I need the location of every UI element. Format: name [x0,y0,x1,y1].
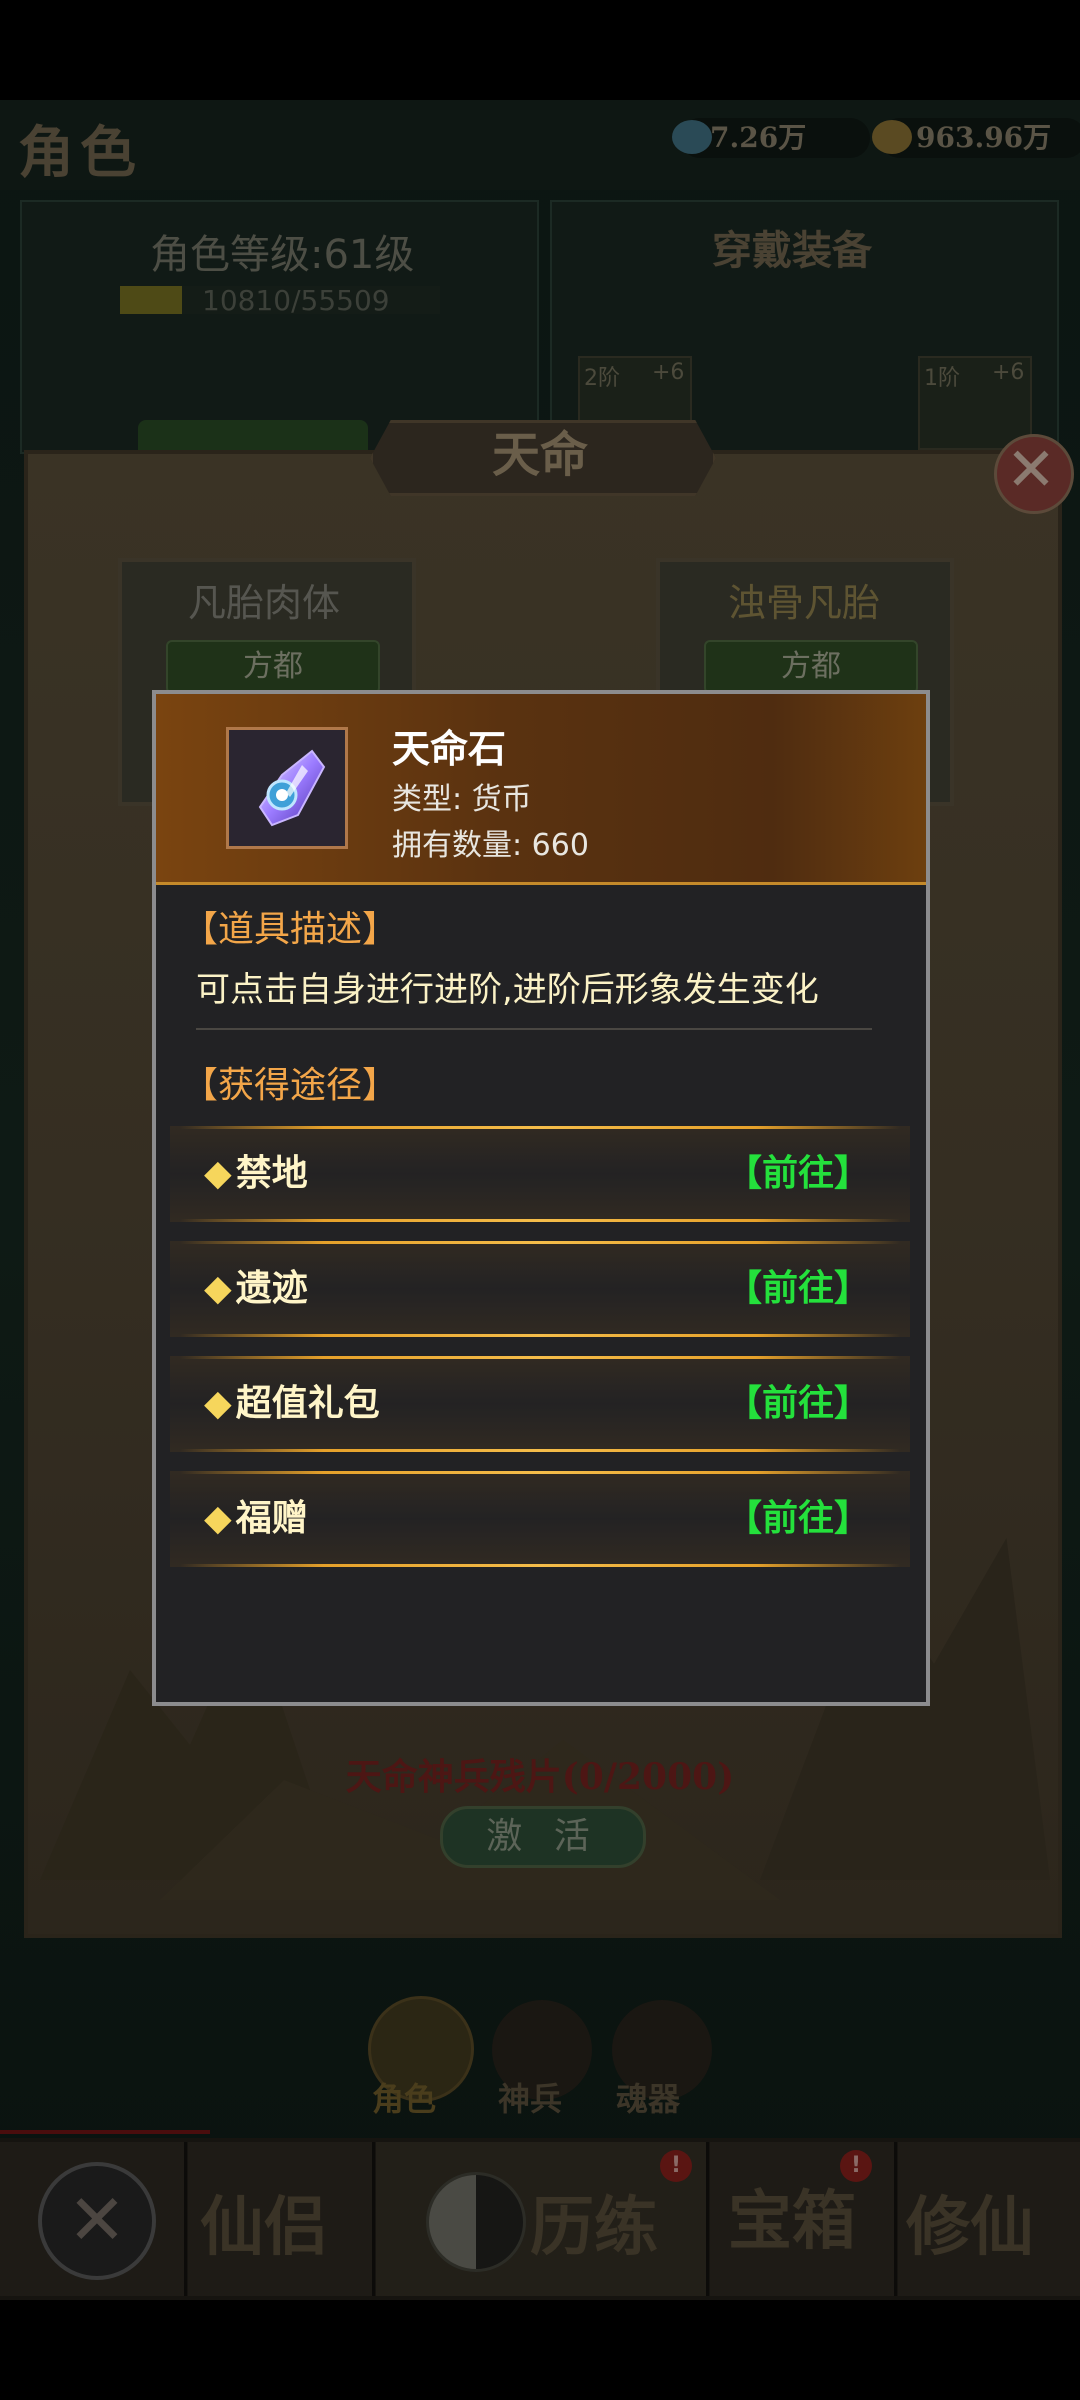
subtab-soul-label: 魂器 [616,2080,681,2118]
notification-badge: ! [840,2150,872,2182]
shards-progress-text: 天命神兵残片(0/2000) [345,1756,735,1798]
go-button[interactable]: 【前往】 [726,1356,870,1452]
close-icon: ✕ [1005,435,1057,505]
subtab-role-label: 角色 [372,2080,437,2118]
subtab-weapon-label: 神兵 [498,2080,563,2118]
diamond-bullet-icon: ◆ [204,1268,232,1309]
diamond-bullet-icon: ◆ [204,1498,232,1539]
acquisition-name: ◆ 超值礼包 [204,1383,380,1424]
yin-yang-icon [426,2172,526,2272]
item-owned-count: 拥有数量: 660 [392,828,589,863]
acquisition-name: ◆ 禁地 [204,1153,308,1194]
slot-plus: +6 [652,360,685,385]
nav-treasure-box-label: 宝箱 [728,2184,856,2259]
form-card-name: 浊骨凡胎 [727,581,880,625]
diamond-bullet-icon: ◆ [204,1383,232,1424]
acquisition-title: 【获得途径】 [182,1065,399,1106]
form-card-tab[interactable]: 方都 [704,640,918,694]
gold-ingot-icon [872,120,912,154]
nav-companion-label: 仙侣 [200,2190,328,2265]
gold-currency: 963.96万 [872,118,1080,158]
gold-value: 963.96万 [916,121,1052,154]
gem-value: 7.26万 [710,121,807,154]
role-page-title: 角色 [18,120,142,186]
diamond-icon [672,120,712,154]
gem-currency: 7.26万 [672,118,870,158]
go-button[interactable]: 【前往】 [726,1241,870,1337]
item-description-text: 可点击自身进行进阶,进阶后形象发生变化 [196,970,819,1010]
acquisition-row-ruins: ◆ 遗迹 【前往】 [170,1241,910,1337]
equipment-title: 穿戴装备 [712,227,872,274]
destiny-stone-icon [258,749,326,827]
activate-button[interactable]: 激 活 [440,1806,646,1868]
notification-badge: ! [660,2150,692,2182]
acquisition-row-value-pack: ◆ 超值礼包 【前往】 [170,1356,910,1452]
item-description-title: 【道具描述】 [182,909,399,950]
close-icon: ✕ [38,2162,156,2280]
diamond-bullet-icon: ◆ [204,1153,232,1194]
acquisition-row-blessing: ◆ 福赠 【前往】 [170,1471,910,1567]
nav-cultivation-label: 修仙 [906,2190,1034,2265]
form-card-tab[interactable]: 方都 [166,640,380,694]
xp-bar-fill [120,286,182,314]
xp-text: 10810/55509 [202,284,390,317]
role-level-label: 角色等级:61级 [150,232,415,278]
item-name: 天命石 [392,727,507,771]
go-button[interactable]: 【前往】 [726,1126,870,1222]
acquisition-row-forbidden-land: ◆ 禁地 【前往】 [170,1126,910,1222]
dialog-title: 天命 [491,427,588,483]
slot-plus: +6 [992,360,1025,385]
slot-tier: 2阶 [584,366,620,391]
progress-line [0,2130,210,2134]
acquisition-name: ◆ 福赠 [204,1498,308,1539]
item-type: 类型: 货币 [392,782,532,817]
slot-tier: 1阶 [924,366,960,391]
form-card-name: 凡胎肉体 [187,581,340,625]
acquisition-name: ◆ 遗迹 [204,1268,308,1309]
go-button[interactable]: 【前往】 [726,1471,870,1567]
nav-adventure-label: 历练 [530,2190,658,2265]
section-divider [196,1028,872,1030]
